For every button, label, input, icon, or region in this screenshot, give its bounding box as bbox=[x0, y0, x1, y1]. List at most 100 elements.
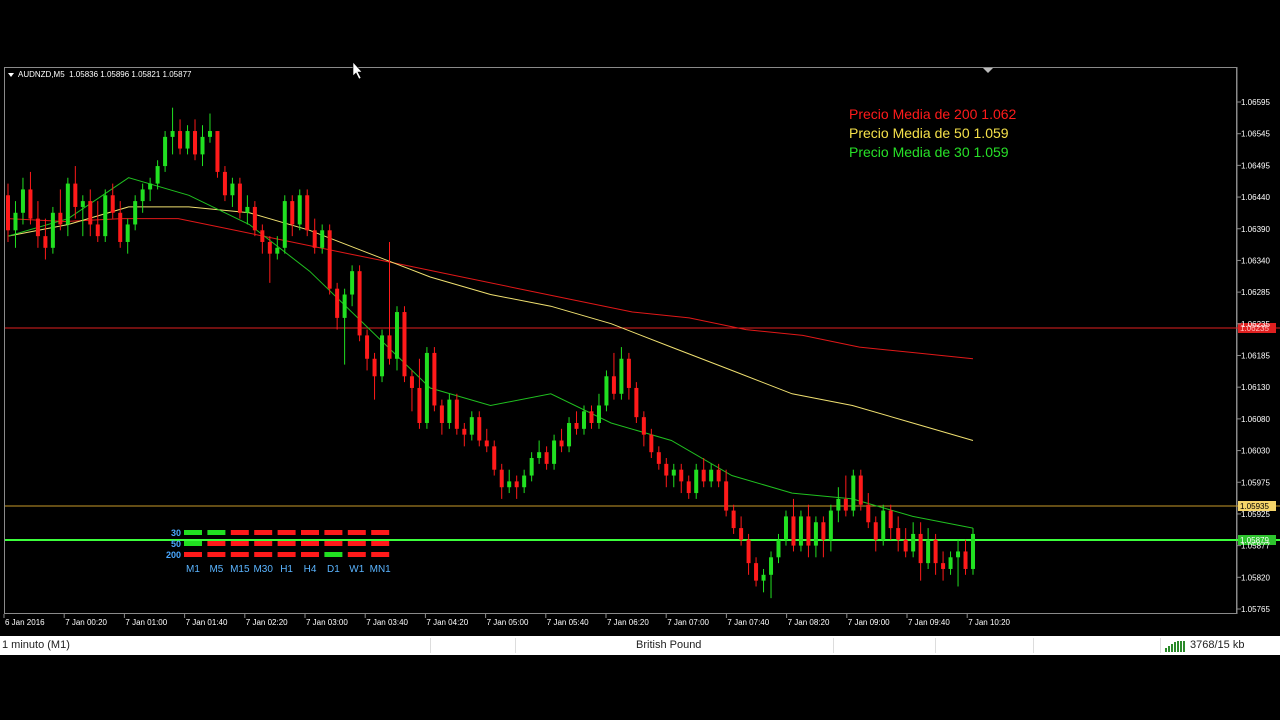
mtf-cell bbox=[230, 530, 249, 535]
candle-body bbox=[439, 405, 444, 423]
legend-ma50: Precio Media de 50 1.059 bbox=[849, 125, 1009, 141]
candle-body bbox=[896, 528, 901, 540]
time-tick-label: 7 Jan 09:00 bbox=[848, 618, 890, 627]
candle-body bbox=[948, 557, 953, 569]
price-tick-label: 1.06340 bbox=[1241, 256, 1270, 265]
mtf-cell bbox=[254, 552, 273, 557]
candle-body bbox=[58, 212, 63, 225]
chart-header: AUDNZD,M5 1.05836 1.05896 1.05821 1.0587… bbox=[8, 70, 191, 79]
candle-body bbox=[469, 417, 474, 435]
price-tick-label: 1.05820 bbox=[1241, 573, 1270, 582]
candle-body bbox=[567, 422, 572, 447]
mtf-cell bbox=[301, 530, 319, 535]
candle-body bbox=[589, 411, 594, 423]
candle-body bbox=[858, 475, 863, 505]
mtf-timeframe-label: M5 bbox=[209, 564, 223, 575]
candle-body bbox=[312, 230, 317, 248]
time-tick-label: 7 Jan 07:00 bbox=[667, 618, 709, 627]
chart-shift-marker-icon[interactable] bbox=[983, 68, 993, 73]
mtf-cell bbox=[347, 530, 366, 535]
candle-body bbox=[694, 469, 699, 494]
status-profile: British Pound bbox=[636, 639, 702, 651]
status-separator bbox=[1160, 638, 1161, 653]
candle-body bbox=[462, 428, 467, 435]
time-tick-label: 7 Jan 04:20 bbox=[426, 618, 468, 627]
mtf-cell bbox=[207, 541, 226, 546]
candle-body bbox=[447, 399, 452, 423]
candle-body bbox=[888, 510, 893, 529]
mtf-cell bbox=[277, 552, 296, 557]
mtf-cell bbox=[207, 530, 226, 535]
candle-body bbox=[686, 481, 691, 494]
price-tick-label: 1.05765 bbox=[1241, 605, 1270, 614]
mtf-timeframe-label: D1 bbox=[327, 564, 340, 575]
mtf-timeframe-label: W1 bbox=[349, 564, 364, 575]
time-tick-label: 7 Jan 03:00 bbox=[306, 618, 348, 627]
candle-body bbox=[769, 557, 774, 575]
mtf-indicator: 3050200 M1 M5 M15 M30 H1 H4 D1 W1 MN1 bbox=[166, 528, 391, 575]
candle-body bbox=[724, 481, 729, 511]
candle-body bbox=[432, 352, 437, 406]
candle-body bbox=[297, 195, 302, 225]
mtf-timeframe-label: M15 bbox=[230, 564, 250, 575]
candle-body bbox=[701, 469, 706, 482]
time-tick-label: 7 Jan 07:40 bbox=[727, 618, 769, 627]
mtf-cell bbox=[347, 552, 366, 557]
candle-body bbox=[754, 563, 759, 581]
candle-body bbox=[28, 189, 33, 219]
candle-body bbox=[559, 440, 564, 447]
candle-body bbox=[836, 498, 841, 511]
candle-body bbox=[821, 522, 826, 540]
mtf-row-label: 30 bbox=[171, 528, 181, 538]
candle-body bbox=[761, 574, 766, 581]
legend-ma200: Precio Media de 200 1.062 bbox=[849, 106, 1017, 122]
candle-body bbox=[110, 195, 115, 213]
candle-body bbox=[380, 335, 385, 377]
price-tick-label: 1.05925 bbox=[1241, 510, 1270, 519]
time-tick-label: 7 Jan 05:40 bbox=[547, 618, 589, 627]
candle-body bbox=[492, 446, 497, 470]
price-tick-label: 1.05975 bbox=[1241, 478, 1270, 487]
price-tick-label: 1.06390 bbox=[1241, 225, 1270, 234]
candle-body bbox=[956, 551, 961, 558]
time-tick-label: 7 Jan 06:20 bbox=[607, 618, 649, 627]
mtf-cell bbox=[347, 541, 366, 546]
candle-body bbox=[222, 171, 227, 196]
candle-body bbox=[215, 131, 220, 172]
candle-body bbox=[185, 131, 190, 149]
symbol-timeframe: AUDNZD,M5 bbox=[18, 70, 65, 79]
candle-body bbox=[716, 469, 721, 482]
candle-body bbox=[926, 539, 931, 564]
candle-body bbox=[544, 452, 549, 464]
candle-body bbox=[484, 440, 489, 447]
candle-body bbox=[739, 528, 744, 540]
candle-body bbox=[133, 201, 138, 225]
chart-canvas[interactable]: 1.062351.059351.05879 1.065951.065451.06… bbox=[0, 0, 1280, 720]
candle-body bbox=[806, 516, 811, 546]
candle-body bbox=[813, 522, 818, 546]
ma200-line bbox=[7, 218, 974, 360]
candle-body bbox=[679, 469, 684, 482]
price-tick-label: 1.06185 bbox=[1241, 352, 1270, 361]
candle-body bbox=[963, 551, 968, 569]
candle-body bbox=[604, 376, 609, 406]
mtf-cell bbox=[324, 530, 343, 535]
price-tick-label: 1.06285 bbox=[1241, 288, 1270, 297]
mtf-cell bbox=[301, 552, 319, 557]
candle-body bbox=[394, 312, 399, 359]
candle-body bbox=[656, 452, 661, 464]
candle-body bbox=[671, 469, 676, 476]
candle-body bbox=[170, 131, 175, 137]
candle-body bbox=[596, 405, 601, 423]
candle-body bbox=[335, 288, 340, 318]
candle-body bbox=[282, 201, 287, 248]
legend-ma30: Precio Media de 30 1.059 bbox=[849, 144, 1009, 160]
dropdown-triangle-icon[interactable] bbox=[8, 72, 14, 77]
candle-body bbox=[619, 358, 624, 394]
candle-body bbox=[783, 516, 788, 540]
time-tick-label: 7 Jan 03:40 bbox=[366, 618, 408, 627]
price-tick-label: 1.06495 bbox=[1241, 161, 1270, 170]
candle-body bbox=[417, 387, 422, 423]
candle-body bbox=[305, 195, 310, 231]
candle-body bbox=[477, 417, 482, 441]
